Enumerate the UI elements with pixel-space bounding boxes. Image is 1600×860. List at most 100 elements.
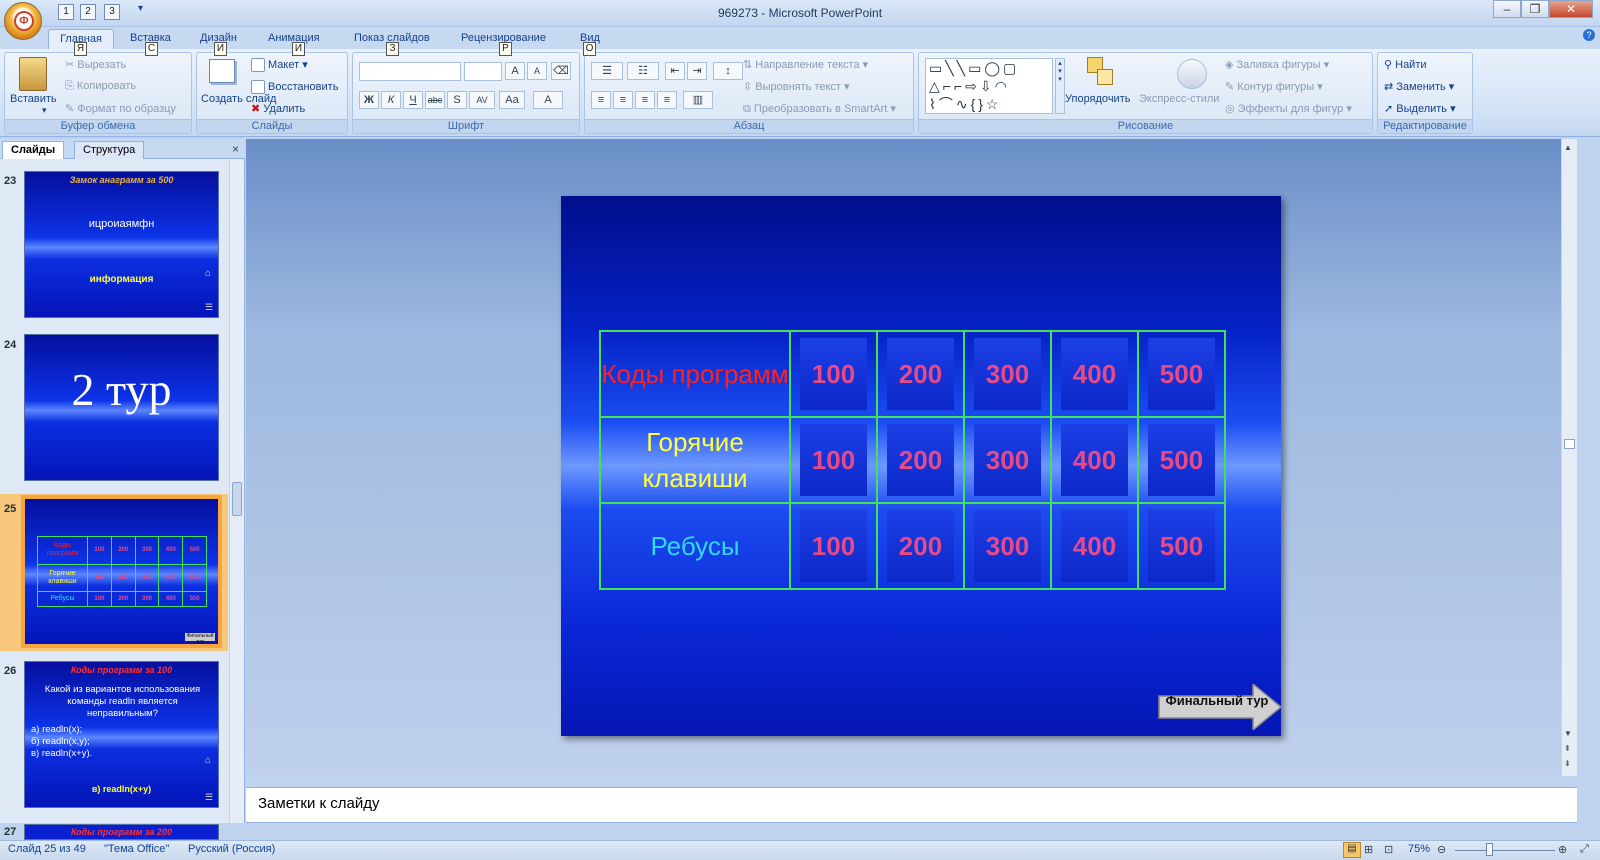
smartart-button[interactable]: ⧉ Преобразовать в SmartArt ▾: [743, 102, 896, 116]
value-button[interactable]: 100: [800, 338, 867, 410]
scroll-thumb[interactable]: [1564, 439, 1575, 449]
clear-format-icon[interactable]: ⌫: [551, 62, 571, 80]
notes-pane[interactable]: Заметки к слайду: [246, 787, 1577, 823]
value-button[interactable]: 400: [1061, 510, 1128, 582]
value-button[interactable]: 100: [800, 510, 867, 582]
find-button[interactable]: ⚲ Найти: [1384, 58, 1427, 71]
underline-button[interactable]: Ч: [403, 91, 423, 109]
help-icon[interactable]: ?: [1583, 29, 1595, 41]
tab-outline[interactable]: Структура: [74, 141, 145, 159]
value-button[interactable]: 500: [1148, 424, 1215, 496]
line-spacing-button[interactable]: ↕: [713, 62, 743, 80]
value-cell[interactable]: 200: [876, 502, 965, 590]
value-button[interactable]: 200: [887, 338, 954, 410]
spacing-button[interactable]: AV: [469, 91, 495, 109]
slide-thumbnail-27[interactable]: Коды программ за 200: [24, 824, 219, 840]
layout-button[interactable]: Макет ▾: [251, 58, 308, 73]
scroll-down-icon[interactable]: ▼: [1564, 729, 1572, 738]
value-cell[interactable]: 500: [1137, 416, 1226, 504]
value-button[interactable]: 200: [887, 510, 954, 582]
case-button[interactable]: Aa: [499, 91, 525, 109]
final-round-button[interactable]: Финальный тур: [1155, 693, 1279, 708]
value-cell[interactable]: 300: [963, 330, 1052, 418]
zoom-slider[interactable]: [1455, 850, 1555, 851]
value-cell[interactable]: 100: [789, 416, 878, 504]
zoom-out-icon[interactable]: ⊖: [1437, 843, 1446, 856]
panel-scrollbar[interactable]: [229, 160, 244, 823]
value-cell[interactable]: 400: [1050, 502, 1139, 590]
align-center-button[interactable]: ≡: [613, 91, 633, 109]
gallery-scroll[interactable]: ▴ ▾ ▾: [1055, 58, 1065, 114]
value-button[interactable]: 300: [974, 338, 1041, 410]
minimize-button[interactable]: –: [1493, 0, 1521, 18]
font-size-select[interactable]: [464, 62, 502, 81]
value-button[interactable]: 200: [887, 424, 954, 496]
close-button[interactable]: ✕: [1549, 0, 1593, 18]
cut-button[interactable]: ✂ Вырезать: [65, 58, 126, 71]
slide-thumbnail-26[interactable]: Коды программ за 100 Какой из вариантов …: [24, 661, 219, 808]
decrease-indent-button[interactable]: ⇤: [665, 62, 685, 80]
delete-slide-button[interactable]: ✖ Удалить: [251, 102, 305, 115]
justify-button[interactable]: ≡: [657, 91, 677, 109]
next-slide-icon[interactable]: ⇟: [1564, 759, 1571, 768]
value-cell[interactable]: 300: [963, 502, 1052, 590]
new-slide-button[interactable]: Создать слайд: [201, 93, 276, 105]
value-button[interactable]: 300: [974, 424, 1041, 496]
paste-button[interactable]: Вставить: [10, 93, 57, 105]
bullets-button[interactable]: ☰: [591, 62, 623, 80]
value-cell[interactable]: 100: [789, 330, 878, 418]
align-right-button[interactable]: ≡: [635, 91, 655, 109]
shape-fill-button[interactable]: ◈ Заливка фигуры ▾: [1225, 58, 1329, 71]
theme-name[interactable]: "Тема Office": [104, 843, 169, 855]
value-button[interactable]: 300: [974, 510, 1041, 582]
select-button[interactable]: ➚ Выделить ▾: [1384, 102, 1456, 115]
fit-slide-icon[interactable]: ⤢: [1580, 843, 1589, 856]
value-cell[interactable]: 100: [789, 502, 878, 590]
value-cell[interactable]: 400: [1050, 416, 1139, 504]
shape-outline-button[interactable]: ✎ Контур фигуры ▾: [1225, 80, 1323, 93]
chevron-down-icon[interactable]: ▾: [42, 105, 47, 116]
value-cell[interactable]: 200: [876, 330, 965, 418]
zoom-handle[interactable]: [1486, 843, 1493, 856]
slide-canvas[interactable]: Коды программ 100 200 300 400 500 Горячие клав…: [561, 196, 1283, 736]
slide-thumbnail-25[interactable]: Коды программ 100 200 300 400 500 Горячие клав…: [21, 495, 222, 648]
normal-view-button[interactable]: ▤: [1343, 842, 1361, 858]
tab-slides[interactable]: Слайды: [2, 141, 65, 159]
quick-styles-button[interactable]: Экспресс-стили: [1139, 93, 1219, 105]
bold-button[interactable]: Ж: [359, 91, 379, 109]
value-button[interactable]: 500: [1148, 510, 1215, 582]
arrange-button[interactable]: Упорядочить: [1065, 93, 1130, 105]
replace-button[interactable]: ⇄ Заменить ▾: [1384, 80, 1454, 93]
zoom-in-icon[interactable]: ⊕: [1558, 843, 1567, 856]
maximize-button[interactable]: ❐: [1521, 0, 1549, 18]
prev-slide-icon[interactable]: ⇞: [1564, 744, 1571, 753]
slide-thumbnail-23[interactable]: Замок анаграмм за 500 ицроиаямфн информа…: [24, 171, 219, 318]
main-scrollbar[interactable]: ▲ ▼ ⇞ ⇟: [1561, 139, 1577, 776]
scroll-thumb[interactable]: [232, 482, 242, 516]
format-painter-button[interactable]: ✎ Формат по образцу: [65, 102, 176, 115]
reset-button[interactable]: Восстановить: [251, 80, 338, 94]
scroll-up-icon[interactable]: ▲: [1564, 143, 1572, 152]
value-button[interactable]: 400: [1061, 424, 1128, 496]
align-text-button[interactable]: ⇳ Выровнять текст ▾: [743, 80, 850, 93]
shapes-gallery[interactable]: ▭╲╲▭◯▢ △⌐⌐⇨⇩◠ ⌇⌒∿{}☆: [925, 58, 1053, 114]
value-button[interactable]: 400: [1061, 338, 1128, 410]
shrink-font-button[interactable]: A: [527, 62, 547, 80]
sorter-view-button[interactable]: ⊞: [1364, 843, 1373, 856]
columns-button[interactable]: ▥: [683, 91, 713, 109]
align-left-button[interactable]: ≡: [591, 91, 611, 109]
value-cell[interactable]: 200: [876, 416, 965, 504]
slideshow-view-button[interactable]: ⊡: [1384, 843, 1393, 856]
zoom-level[interactable]: 75%: [1408, 843, 1430, 855]
close-panel-icon[interactable]: ×: [232, 142, 239, 156]
value-button[interactable]: 100: [800, 424, 867, 496]
value-cell[interactable]: 500: [1137, 330, 1226, 418]
copy-button[interactable]: ⎘ Копировать: [65, 80, 136, 93]
numbering-button[interactable]: ☷: [627, 62, 659, 80]
font-family-select[interactable]: [359, 62, 461, 81]
text-direction-button[interactable]: ⇅ Направление текста ▾: [743, 58, 868, 71]
office-button[interactable]: Ф: [4, 2, 42, 40]
shadow-button[interactable]: S: [447, 91, 467, 109]
value-cell[interactable]: 500: [1137, 502, 1226, 590]
value-cell[interactable]: 400: [1050, 330, 1139, 418]
